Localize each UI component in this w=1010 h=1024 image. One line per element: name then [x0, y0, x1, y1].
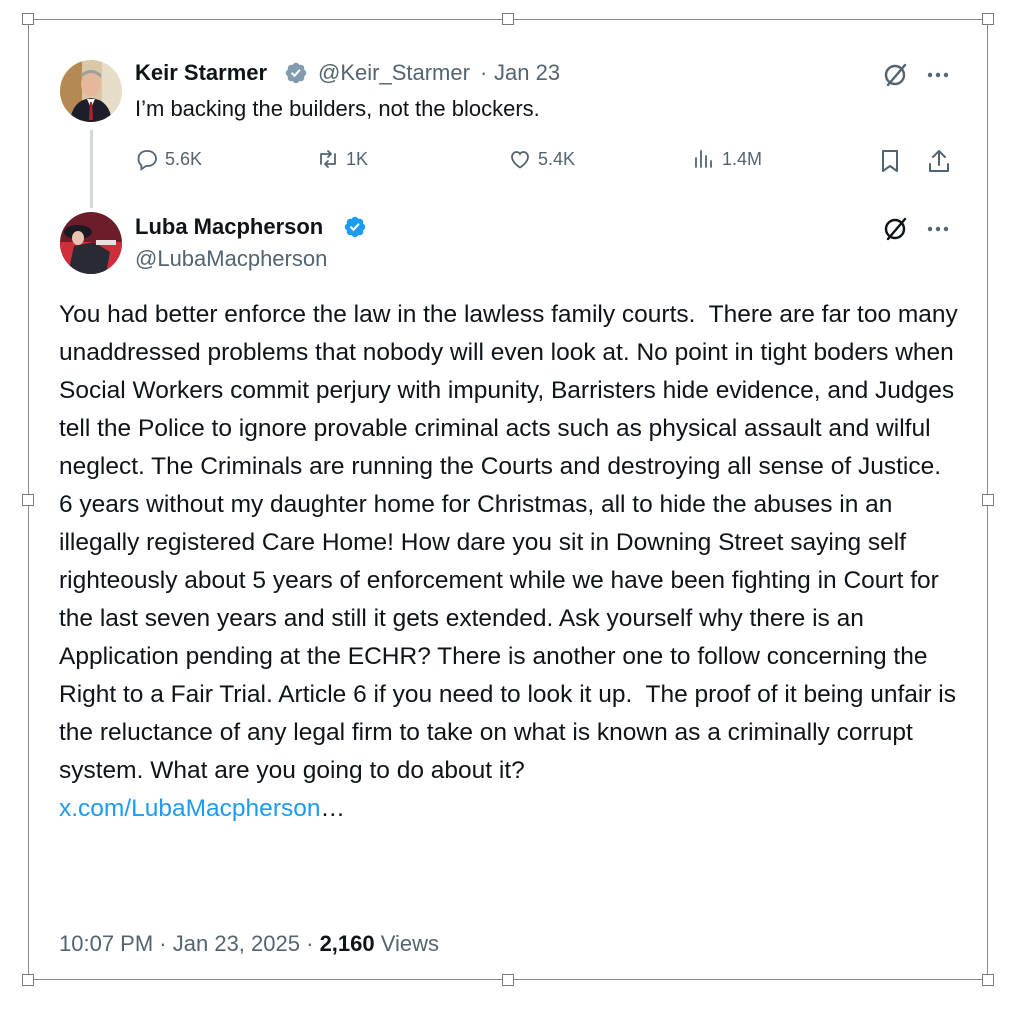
reply-tweet-meta: 10:07 PM · Jan 23, 2025 · 2,160 Views — [59, 930, 439, 958]
reply-count: 5.6K — [165, 148, 203, 169]
grok-icon[interactable] — [882, 61, 910, 89]
resize-handle-right[interactable] — [982, 494, 994, 506]
keir-starmer-avatar[interactable] — [60, 60, 122, 122]
repost-icon — [320, 150, 336, 168]
reply-tweet-link[interactable]: x.com/LubaMacpherson — [59, 795, 320, 822]
resize-handle-bottom-right[interactable] — [982, 974, 994, 986]
more-icon[interactable] — [924, 61, 952, 89]
dot-separator: · — [480, 60, 488, 85]
luba-macpherson-avatar[interactable] — [60, 212, 122, 274]
dot-separator: · — [159, 931, 167, 956]
share-icon[interactable] — [925, 147, 953, 175]
bookmark-icon[interactable] — [876, 147, 904, 175]
reply-views-label: Views — [380, 931, 440, 956]
reply-views-count: 2,160 — [319, 931, 375, 956]
original-tweet-text: I’m backing the builders, not the blocke… — [135, 96, 540, 121]
resize-handle-bottom-left[interactable] — [22, 974, 34, 986]
like-icon — [511, 151, 529, 169]
more-icon[interactable] — [924, 215, 952, 243]
reply-tweet-body: You had better enforce the law in the la… — [59, 301, 965, 784]
reply-author-handle[interactable]: @LubaMacpherson — [135, 246, 327, 272]
resize-handle-top-left[interactable] — [22, 13, 34, 25]
like-count: 5.4K — [538, 148, 576, 169]
views-action[interactable]: 1.4M — [692, 147, 762, 171]
reply-author-name[interactable]: Luba Macpherson — [135, 214, 323, 240]
resize-handle-top[interactable] — [502, 13, 514, 25]
resize-handle-top-right[interactable] — [982, 13, 994, 25]
grok-icon[interactable] — [882, 215, 910, 243]
verified-badge-icon — [284, 61, 308, 85]
views-count: 1.4M — [722, 148, 763, 169]
resize-handle-bottom[interactable] — [502, 974, 514, 986]
original-author-handle[interactable]: @Keir_Starmer — [318, 60, 470, 86]
repost-count: 1K — [346, 148, 369, 169]
dot-separator: · — [306, 931, 314, 956]
reply-tweet-date[interactable]: Jan 23, 2025 — [173, 931, 300, 956]
verified-badge-icon — [343, 215, 367, 239]
link-ellipsis: … — [320, 795, 345, 822]
repost-action[interactable]: 1K — [316, 147, 368, 171]
reply-action[interactable]: 5.6K — [135, 147, 202, 171]
like-action[interactable]: 5.4K — [508, 147, 575, 171]
views-icon — [695, 150, 712, 168]
original-author-name[interactable]: Keir Starmer — [135, 60, 267, 86]
reply-tweet-time[interactable]: 10:07 PM — [59, 931, 153, 956]
reply-tweet-text: You had better enforce the law in the la… — [59, 296, 959, 828]
original-tweet-date[interactable]: Jan 23 — [494, 60, 560, 86]
resize-handle-left[interactable] — [22, 494, 34, 506]
thread-connector-line — [90, 130, 93, 208]
reply-icon — [137, 150, 157, 171]
